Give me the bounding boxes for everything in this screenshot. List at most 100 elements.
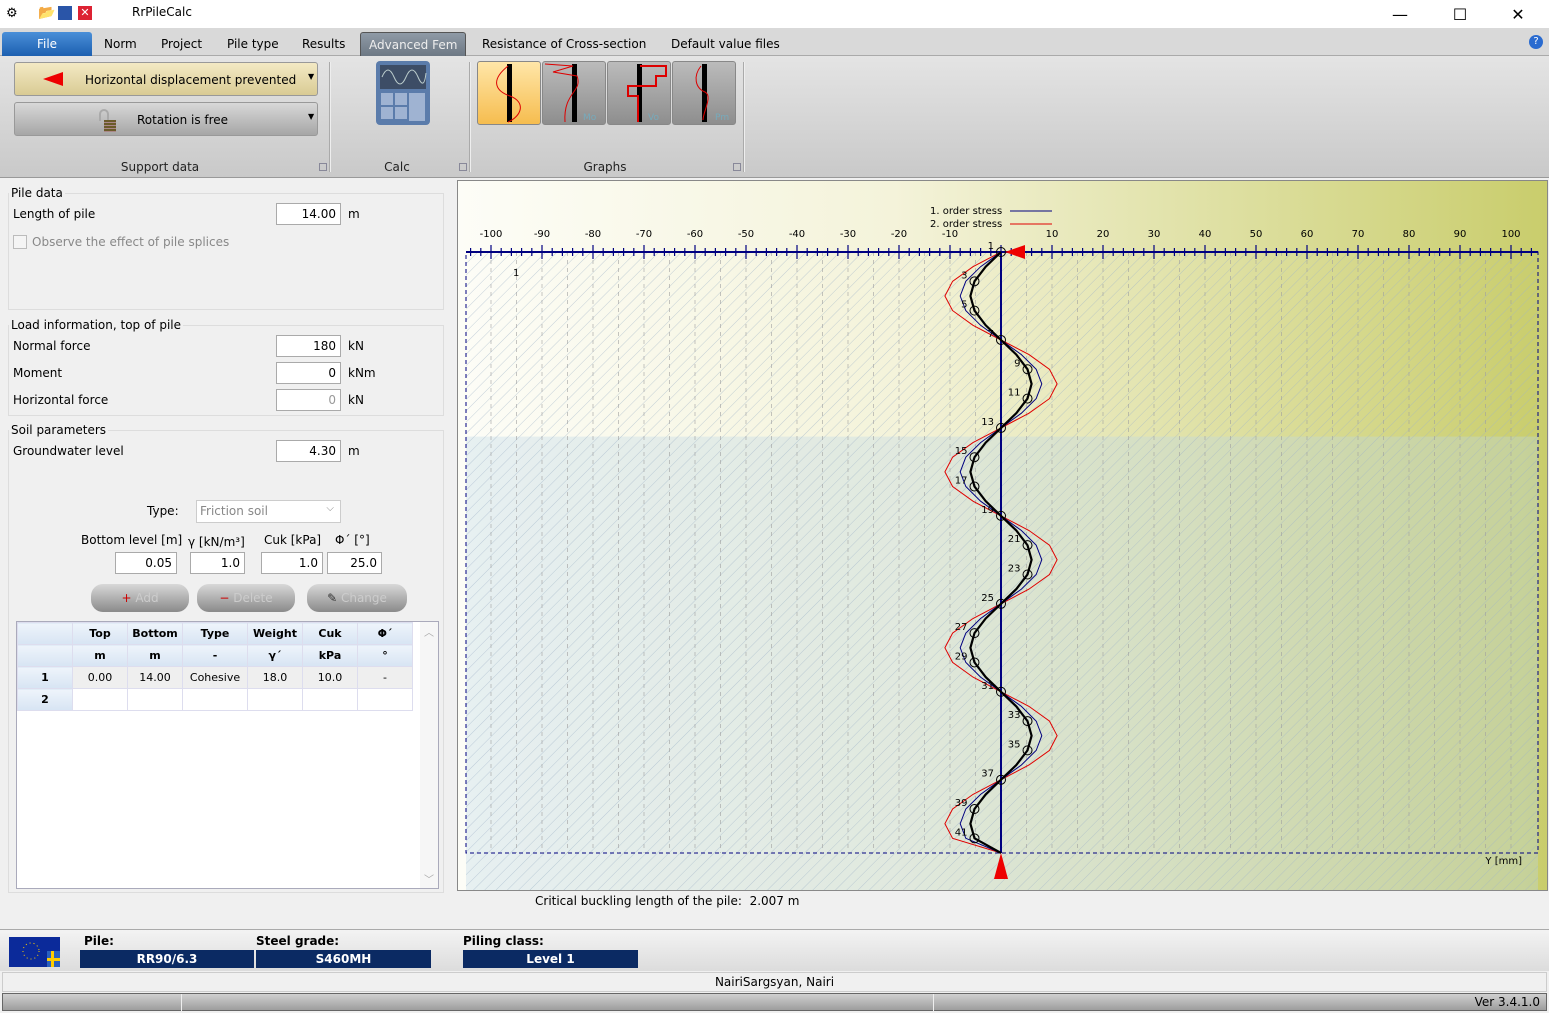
chart-canvas: -100 -90 -80 -70 -60 -50 -40 -30 -20 -10 10 20 30 40 5… — [465, 206, 1539, 890]
svg-text:Vo: Vo — [648, 113, 659, 123]
cell-type[interactable]: Cohesive — [182, 666, 248, 689]
x-tick-label: -30 — [840, 229, 856, 240]
bottom-level-input[interactable] — [115, 552, 177, 574]
cell-phi[interactable]: - — [357, 666, 413, 689]
exit-icon[interactable]: ✕ — [78, 6, 92, 20]
graph-displacement-button[interactable] — [477, 61, 541, 125]
add-icon: + — [121, 591, 132, 605]
row-header[interactable]: 1 — [17, 666, 73, 689]
normal-force-unit: kN — [348, 339, 364, 353]
soil-legend: Soil parameters — [11, 423, 107, 437]
x-tick-label: 10 — [1046, 229, 1059, 240]
x-tick-label: 70 — [1352, 229, 1365, 240]
calc-button[interactable] — [376, 61, 430, 125]
divider — [329, 62, 331, 172]
horizontal-support-dropdown[interactable]: Horizontal displacement prevented ▼ — [14, 62, 318, 96]
scroll-up-icon[interactable]: ︿ — [424, 624, 434, 639]
moment-label: Moment — [13, 366, 63, 380]
x-tick-label: 30 — [1148, 229, 1161, 240]
node-label: 35 — [1008, 739, 1021, 750]
column-header-bottom: Bottom — [127, 622, 183, 645]
save-icon[interactable] — [58, 6, 72, 20]
cell-top[interactable] — [72, 688, 128, 711]
horizontal-force-input[interactable] — [276, 389, 341, 411]
cell-type[interactable] — [182, 688, 248, 711]
soil-type-select[interactable]: Friction soil ⌵ — [196, 500, 341, 523]
maximize-button[interactable]: ☐ — [1445, 4, 1475, 26]
table-row[interactable]: 2 — [17, 688, 413, 711]
gamma-input[interactable] — [190, 552, 245, 574]
x-tick-label: 60 — [1301, 229, 1314, 240]
node-label: 33 — [1008, 710, 1021, 721]
add-layer-button[interactable]: + Add — [91, 584, 189, 612]
node-label: 29 — [955, 651, 968, 662]
row-header[interactable]: 2 — [17, 688, 73, 711]
dialog-launcher-icon[interactable] — [459, 163, 467, 171]
node-label: 27 — [955, 622, 968, 633]
app-icon: ⚙ — [6, 6, 18, 21]
graph-shear-button[interactable]: Vo — [607, 61, 671, 125]
node-label: 9 — [1014, 358, 1020, 369]
side-label: 1 — [513, 268, 519, 279]
legend-label: 1. order stress — [930, 206, 1002, 217]
minimize-button[interactable]: — — [1385, 4, 1415, 26]
piling-class-value: Level 1 — [463, 950, 638, 968]
open-icon[interactable]: 📂 — [38, 5, 55, 21]
x-tick-label: 80 — [1403, 229, 1416, 240]
graph-moment-button[interactable]: Mo — [542, 61, 606, 125]
node-label: 5 — [961, 300, 967, 311]
cell-cuk[interactable]: 10.0 — [302, 666, 358, 689]
shear-graph-icon: Vo — [627, 64, 667, 123]
x-tick-label: -70 — [636, 229, 652, 240]
normal-force-input[interactable] — [276, 335, 341, 357]
cell-cuk[interactable] — [302, 688, 358, 711]
tab-pile-type[interactable]: Pile type — [215, 32, 291, 56]
length-input[interactable] — [276, 203, 341, 225]
graph-pm-button[interactable]: Pm — [672, 61, 736, 125]
cell-weight[interactable] — [247, 688, 303, 711]
divider — [743, 62, 745, 172]
cell-phi[interactable] — [357, 688, 413, 711]
eu-sweden-flag-icon — [9, 937, 60, 967]
cell-top[interactable]: 0.00 — [72, 666, 128, 689]
scroll-down-icon[interactable]: ﹀ — [424, 871, 434, 886]
x-tick-label: 20 — [1097, 229, 1110, 240]
groundwater-input[interactable] — [276, 440, 341, 462]
normal-force-label: Normal force — [13, 339, 91, 353]
node-label: 13 — [981, 417, 994, 428]
change-icon: ✎ — [327, 591, 338, 605]
table-row[interactable]: 1 0.00 14.00 Cohesive 18.0 10.0 - — [17, 666, 413, 689]
table-scrollbar[interactable]: ︿ ﹀ — [420, 622, 438, 888]
tab-project[interactable]: Project — [149, 32, 214, 56]
node-label: 37 — [981, 769, 994, 780]
delete-layer-button[interactable]: − Delete — [197, 584, 295, 612]
moment-input[interactable] — [276, 362, 341, 384]
tab-default-value-files[interactable]: Default value files — [659, 32, 792, 56]
dialog-launcher-icon[interactable] — [319, 163, 327, 171]
tab-advanced-fem[interactable]: Advanced Fem — [360, 32, 467, 56]
cell-bottom[interactable] — [127, 688, 183, 711]
user-name: NairiSargsyan, Nairi — [714, 975, 835, 989]
rotation-dropdown[interactable]: Rotation is free ▼ — [14, 102, 318, 136]
splices-checkbox[interactable] — [13, 235, 27, 249]
phi-input[interactable] — [327, 552, 382, 574]
cell-weight[interactable]: 18.0 — [247, 666, 303, 689]
dialog-launcher-icon[interactable] — [733, 163, 741, 171]
gamma-label: γ [kN/m³] — [188, 535, 245, 549]
x-tick-label: -80 — [585, 229, 601, 240]
soil-type-label: Type: — [147, 504, 179, 518]
close-button[interactable]: ✕ — [1503, 4, 1533, 26]
group-label-graphs: Graphs — [583, 160, 627, 174]
change-layer-button[interactable]: ✎ Change — [307, 584, 407, 612]
tab-results[interactable]: Results — [290, 32, 357, 56]
tab-norm[interactable]: Norm — [92, 32, 149, 56]
rotation-label: Rotation is free — [137, 113, 229, 127]
lock-body-icon — [104, 120, 116, 132]
node-label: 17 — [955, 476, 968, 487]
tab-resistance-cross-section[interactable]: Resistance of Cross-section — [470, 32, 658, 56]
help-icon[interactable]: ? — [1529, 35, 1543, 49]
cell-bottom[interactable]: 14.00 — [127, 666, 183, 689]
unit-cell: ° — [357, 644, 413, 667]
tab-file[interactable]: File — [2, 32, 92, 56]
cuk-input[interactable] — [261, 552, 323, 574]
